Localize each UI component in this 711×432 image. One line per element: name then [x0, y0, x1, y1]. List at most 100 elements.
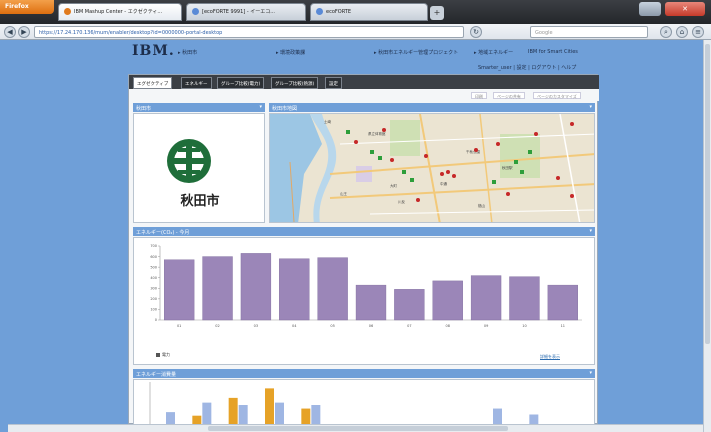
map-label: 千秋公園: [466, 150, 480, 154]
scrollbar-thumb[interactable]: [705, 44, 710, 344]
bar: [317, 257, 348, 321]
map-marker-green[interactable]: [410, 178, 414, 182]
menu-icon[interactable]: ≡: [692, 26, 704, 38]
y-tick-label: 500: [150, 265, 157, 269]
y-tick-label: 700: [150, 244, 157, 248]
tab-settings[interactable]: 設定: [325, 77, 342, 89]
header-link-policy[interactable]: ▸ 環境政策課: [276, 49, 305, 56]
back-arrow-icon[interactable]: ◀: [4, 26, 16, 38]
legend-label: 電力: [162, 352, 170, 357]
bar-panel-title: エネルギー(CO₂) - 今月: [136, 230, 190, 236]
tab-group-heat[interactable]: グループ比較(熱源): [271, 77, 319, 89]
dashboard-tab-strip: エグゼクティブ エネルギー グループ比較(電力) グループ比較(熱源) 設定: [129, 75, 599, 89]
map-marker-red[interactable]: [382, 128, 386, 132]
panel-menu-chevron-icon[interactable]: ▾: [589, 228, 592, 234]
map-marker-green[interactable]: [520, 170, 524, 174]
map-panel-title: 秋田市地図: [272, 106, 298, 112]
x-tick-label: 07: [407, 324, 411, 328]
header-link-project[interactable]: ▸ 秋田市エネルギー管理プロジェクト: [374, 49, 464, 56]
map-marker-red[interactable]: [496, 142, 500, 146]
header-link-energy[interactable]: ▸ 地域エネルギー: [474, 49, 513, 56]
browser-tab-3[interactable]: ecoFORTE: [310, 3, 428, 21]
reload-icon[interactable]: ↻: [470, 26, 482, 38]
user-menu[interactable]: Smarter_user | 設定 | ログアウト | ヘルプ: [478, 64, 576, 71]
new-tab-button[interactable]: +: [430, 6, 444, 20]
map-panel-header: 秋田市地図 ▾: [269, 103, 595, 112]
vertical-scrollbar[interactable]: [703, 40, 711, 432]
map-marker-red[interactable]: [474, 148, 478, 152]
consumption-chart: [149, 382, 539, 424]
address-bar[interactable]: https://17.24.170.136/mum/enabler/deskto…: [34, 26, 464, 38]
forward-arrow-icon[interactable]: ▶: [18, 26, 30, 38]
map-marker-red[interactable]: [570, 194, 574, 198]
browser-tab-1[interactable]: IBM Mashup Center - エクゼクティ...: [58, 3, 182, 21]
x-tick-label: 10: [522, 324, 526, 328]
city-panel-header: 秋田市 ▾: [133, 103, 265, 112]
details-link[interactable]: 詳細を表示: [540, 354, 560, 360]
page-content: IBM. ▸ 秋田市 ▸ 環境政策課 ▸ 秋田市エネルギー管理プロジェクト ▸ …: [8, 40, 703, 424]
bar: [432, 280, 463, 321]
map-marker-green[interactable]: [492, 180, 496, 184]
panel-menu-chevron-icon[interactable]: ▾: [589, 370, 592, 376]
map-label: 大町: [390, 184, 397, 188]
consumption-bar: [265, 388, 274, 424]
share-page-button[interactable]: ページの共有: [493, 92, 525, 99]
ibm-favicon-icon: [64, 8, 71, 15]
browser-tab-bar: Firefox IBM Mashup Center - エクゼクティ... [e…: [0, 0, 711, 24]
firefox-menu-button[interactable]: Firefox: [0, 0, 54, 14]
city-panel-title: 秋田市: [136, 106, 152, 112]
y-tick-label: 400: [150, 276, 157, 280]
x-tick-label: 02: [215, 324, 219, 328]
map-marker-red[interactable]: [354, 140, 358, 144]
bar-chart-panel: 0 100 200 300 400 500 600 700 01 02 03 04 05 06 07 08 09…: [133, 237, 595, 365]
map-marker-red[interactable]: [534, 132, 538, 136]
map-marker-green[interactable]: [514, 160, 518, 164]
map-marker-red[interactable]: [440, 172, 444, 176]
akita-city-emblem: [167, 139, 211, 183]
legend-swatch: [156, 353, 160, 357]
customize-page-button[interactable]: ページのカスタマイズ: [533, 92, 581, 99]
x-tick-label: 06: [369, 324, 373, 328]
browser-tab-label: ecoFORTE: [326, 9, 352, 15]
tab-energy[interactable]: エネルギー: [181, 77, 212, 89]
map-marker-red[interactable]: [424, 154, 428, 158]
city-map[interactable]: 県立体育館 秋田駅 千秋公園 中通 大町 山王 川反 楢山 土崎: [269, 113, 595, 223]
consumption-bar: [301, 408, 311, 424]
map-marker-green[interactable]: [528, 150, 532, 154]
bar: [240, 253, 272, 321]
header-link-city[interactable]: ▸ 秋田市: [178, 49, 197, 56]
map-marker-red[interactable]: [452, 174, 456, 178]
search-input[interactable]: Google: [530, 26, 648, 38]
header-link-smart-cities[interactable]: IBM for Smart Cities: [528, 49, 578, 55]
map-marker-red[interactable]: [446, 170, 450, 174]
home-icon[interactable]: ⌂: [676, 26, 688, 38]
print-button[interactable]: 印刷: [471, 92, 487, 99]
map-marker-red[interactable]: [556, 176, 560, 180]
map-marker-red[interactable]: [390, 158, 394, 162]
map-marker-red[interactable]: [416, 198, 420, 202]
window-minimize-button[interactable]: [639, 2, 661, 16]
map-marker-red[interactable]: [570, 122, 574, 126]
horizontal-scrollbar[interactable]: [8, 424, 703, 432]
window-close-button[interactable]: ✕: [665, 2, 705, 16]
map-marker-green[interactable]: [378, 156, 382, 160]
map-marker-green[interactable]: [346, 130, 350, 134]
panel-menu-chevron-icon[interactable]: ▾: [589, 104, 592, 110]
map-marker-green[interactable]: [370, 150, 374, 154]
panel-menu-chevron-icon[interactable]: ▾: [259, 104, 262, 110]
tab-executive[interactable]: エグゼクティブ: [133, 77, 173, 89]
city-name: 秋田市: [180, 194, 220, 209]
browser-tab-label: [ecoFORTE 9991] - イーエコ...: [202, 9, 275, 15]
browser-tab-2[interactable]: [ecoFORTE 9991] - イーエコ...: [186, 3, 306, 21]
map-marker-green[interactable]: [402, 170, 406, 174]
search-icon[interactable]: ⌕: [660, 26, 672, 38]
consumption-panel-title: エネルギー消費量: [136, 372, 177, 378]
bar: [202, 256, 233, 321]
bar: [547, 284, 578, 321]
consumption-bar: [493, 408, 502, 424]
navigation-bar: ◀ ▶ https://17.24.170.136/mum/enabler/de…: [0, 24, 711, 40]
tab-group-power[interactable]: グループ比較(電力): [217, 77, 265, 89]
map-label: 山王: [340, 192, 347, 196]
map-marker-red[interactable]: [506, 192, 510, 196]
scrollbar-thumb[interactable]: [208, 426, 508, 431]
